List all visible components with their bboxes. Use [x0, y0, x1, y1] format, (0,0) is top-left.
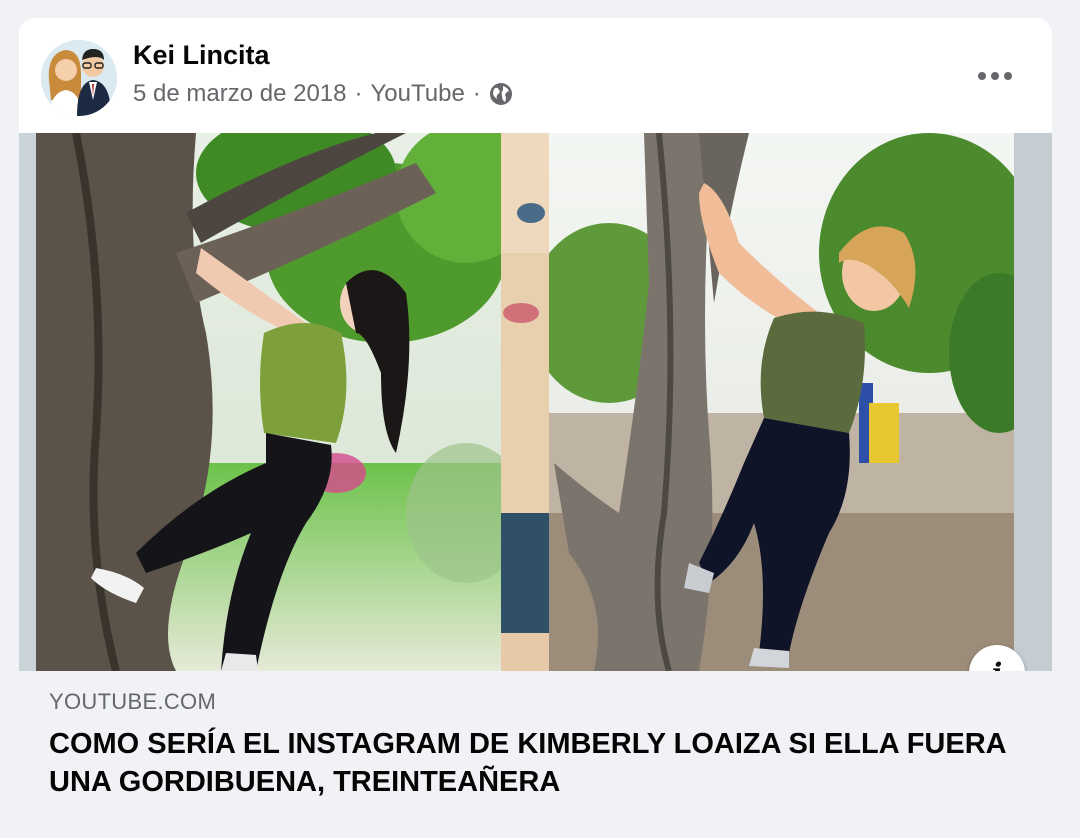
- post-meta: 5 de marzo de 2018 · YouTube ·: [133, 80, 513, 108]
- photo-left: [36, 133, 501, 671]
- link-preview-image[interactable]: [19, 133, 1052, 671]
- photo-right-edge: [1014, 133, 1052, 671]
- globe-icon: [489, 82, 513, 106]
- author-name[interactable]: Kei Lincita: [133, 40, 270, 71]
- post-header: Kei Lincita 5 de marzo de 2018 · YouTube…: [19, 18, 1052, 133]
- post-source: YouTube: [370, 80, 465, 107]
- link-domain: YOUTUBE.COM: [49, 689, 217, 714]
- post-date[interactable]: 5 de marzo de 2018: [133, 80, 346, 108]
- avatar[interactable]: [41, 40, 117, 116]
- photo-strip: [501, 133, 549, 671]
- post-card: Kei Lincita 5 de marzo de 2018 · YouTube…: [19, 18, 1052, 838]
- link-title[interactable]: COMO SERÍA EL INSTAGRAM DE KIMBERLY LOAI…: [49, 725, 1009, 801]
- more-options-icon[interactable]: [975, 64, 1015, 88]
- photo-right: [549, 133, 1014, 671]
- meta-separator: ·: [472, 80, 481, 107]
- meta-separator: ·: [354, 80, 363, 107]
